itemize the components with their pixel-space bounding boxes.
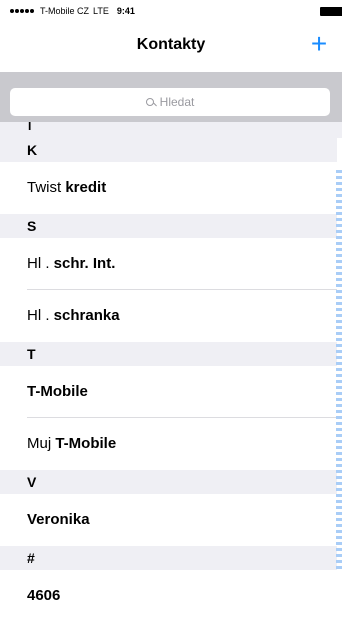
contact-row[interactable]: Twist kredit [0,162,337,214]
nav-bar: Kontakty + [0,22,342,72]
contact-name-bold: T-Mobile [55,435,117,452]
section-header: V [0,470,337,494]
section-header: T [0,342,337,366]
contact-name-light: Hl . [27,307,54,324]
search-bar: Hledat [0,72,342,122]
contact-name-bold: 4606 [27,587,61,604]
section-header-partial: I [0,122,342,138]
contact-row[interactable]: Hl . schr. Int. [0,238,337,290]
contact-name-light: Twist [27,179,66,196]
contact-name-light: Muj [27,435,56,452]
contact-name-bold: Veronika [27,511,90,528]
contact-name-bold: schr. Int. [53,255,116,272]
signal-icon [10,9,34,13]
section-header: K [0,138,337,162]
add-contact-button[interactable]: + [304,29,334,59]
section-header: S [0,214,337,238]
contact-list: I K Twist kredit S Hl . schr. Int. Hl . schr… [0,122,342,622]
search-input[interactable]: Hledat [10,88,330,116]
status-time: 9:41 [116,6,135,16]
page-title: Kontakty [136,36,206,53]
search-placeholder: Hledat [159,95,195,109]
contact-row[interactable]: Muj T-Mobile [0,418,337,470]
carrier-label: T-Mobile CZ [40,6,90,16]
status-bar: T-Mobile CZ LTE 9:41 [0,0,342,22]
contact-name-light: Hl . [27,255,54,272]
section-header: # [0,546,337,570]
contact-name-bold: schranka [53,307,120,324]
contact-name-bold: T-Mobile [27,383,88,400]
network-label: LTE [93,6,109,16]
battery-icon [320,7,342,16]
section-index-bar[interactable] [336,170,342,570]
search-icon [145,97,155,107]
contact-row[interactable]: Hl . schranka [0,290,337,342]
section-header-partial-letter: I [28,122,32,133]
status-left: T-Mobile CZ LTE 9:41 [10,6,135,16]
contact-row[interactable]: T-Mobile [0,366,337,418]
contact-row[interactable]: 4606 [0,570,337,622]
contact-name-bold: kredit [65,179,107,196]
contact-row[interactable]: Veronika [0,494,337,546]
